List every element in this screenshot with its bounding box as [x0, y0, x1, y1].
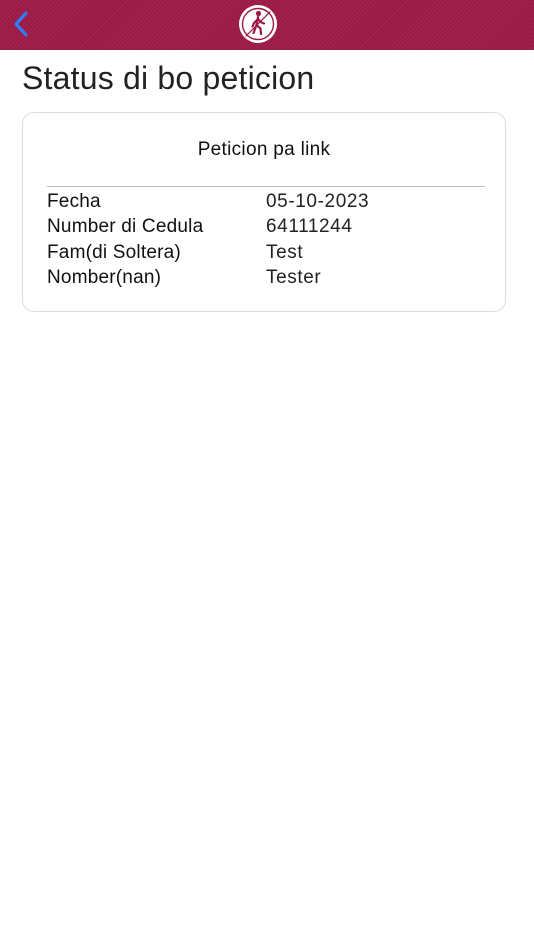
detail-value: Test: [266, 241, 304, 263]
detail-label: Fecha: [47, 190, 101, 212]
detail-value: Tester: [266, 267, 322, 289]
detail-label: Number di Cedula: [47, 216, 204, 238]
page-title: Status di bo peticion: [22, 60, 315, 96]
chevron-left-icon: [14, 11, 28, 37]
detail-row-fecha: Fecha 05-10-2023: [47, 189, 485, 215]
app-screen: Status di bo peticion Peticion pa link F…: [0, 0, 534, 950]
detail-label: Fam(di Soltera): [47, 241, 181, 263]
detail-label: Nomber(nan): [47, 267, 162, 289]
detail-row-cedula: Number di Cedula 64111244: [47, 215, 485, 241]
card-title: Peticion pa link: [197, 139, 331, 160]
detail-list: Fecha 05-10-2023 Number di Cedula 641112…: [47, 189, 485, 291]
detail-value: 05-10-2023: [266, 190, 370, 212]
request-card: Peticion pa link Fecha 05-10-2023 Number…: [22, 112, 506, 312]
detail-value: 64111244: [266, 216, 353, 238]
detail-row-nomber: Nomber(nan) Tester: [47, 266, 485, 292]
card-divider: [47, 186, 485, 187]
pedestrian-logo-icon: [239, 5, 277, 43]
back-button[interactable]: [6, 7, 36, 41]
navigation-bar: [0, 0, 534, 50]
detail-row-fam: Fam(di Soltera) Test: [47, 240, 485, 266]
